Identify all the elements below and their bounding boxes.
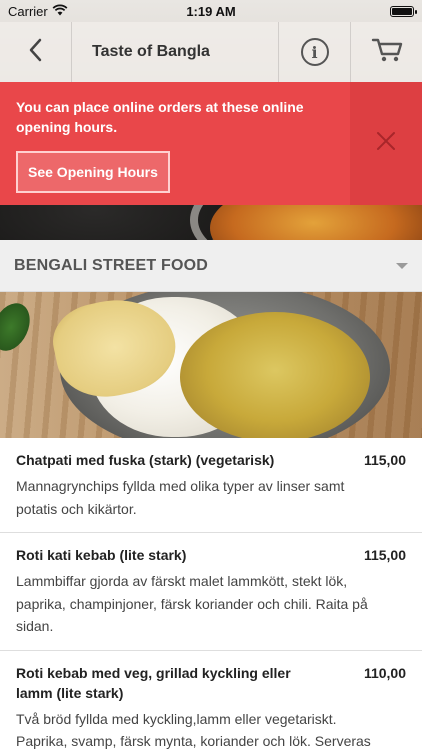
page-title: Taste of Bangla <box>92 43 210 60</box>
banner-close-button[interactable] <box>350 82 422 205</box>
battery-icon <box>390 5 417 17</box>
close-icon <box>376 131 396 156</box>
nav-bar: Taste of Bangla i <box>0 22 422 82</box>
item-price: 110,00 <box>363 664 406 681</box>
info-icon: i <box>300 38 329 66</box>
opening-hours-banner: You can place online orders at these onl… <box>0 82 422 205</box>
item-description: Lammbiffar gjorda av färskt malet lammkö… <box>16 573 368 634</box>
menu-item[interactable]: Chatpati med fuska (stark) (vegetarisk) … <box>0 438 422 533</box>
chevron-left-icon <box>28 38 44 67</box>
status-bar: Carrier 1:19 AM <box>0 0 422 22</box>
menu-item[interactable]: Roti kati kebab (lite stark) 115,00 Lamm… <box>0 533 422 651</box>
info-button[interactable]: i <box>278 22 350 82</box>
see-opening-hours-button[interactable]: See Opening Hours <box>16 151 170 193</box>
cart-button[interactable] <box>350 22 422 82</box>
item-name: Chatpati med fuska (stark) (vegetarisk) <box>16 452 275 468</box>
category-photo <box>0 292 422 438</box>
category-header[interactable]: BENGALI STREET FOOD <box>0 240 422 292</box>
item-name: Roti kebab med veg, grillad kyckling ell… <box>16 664 291 701</box>
carrier-label: Carrier <box>8 3 48 19</box>
menu-item[interactable]: Roti kebab med veg, grillad kyckling ell… <box>0 651 422 750</box>
item-name: Roti kati kebab (lite stark) <box>16 547 187 563</box>
item-description: Två bröd fyllda med kyckling,lamm eller … <box>16 710 371 750</box>
item-description: Mannagrynchips fyllda med olika typer av… <box>16 478 345 517</box>
menu-list: Chatpati med fuska (stark) (vegetarisk) … <box>0 438 422 750</box>
item-price: 115,00 <box>363 547 406 563</box>
category-title: BENGALI STREET FOOD <box>14 256 209 274</box>
banner-message: You can place online orders at these onl… <box>16 99 304 135</box>
cart-icon <box>371 37 403 68</box>
chevron-down-icon <box>396 262 408 269</box>
item-price: 115,00 <box>363 452 406 468</box>
back-button[interactable] <box>0 22 72 82</box>
wifi-icon <box>52 3 68 19</box>
